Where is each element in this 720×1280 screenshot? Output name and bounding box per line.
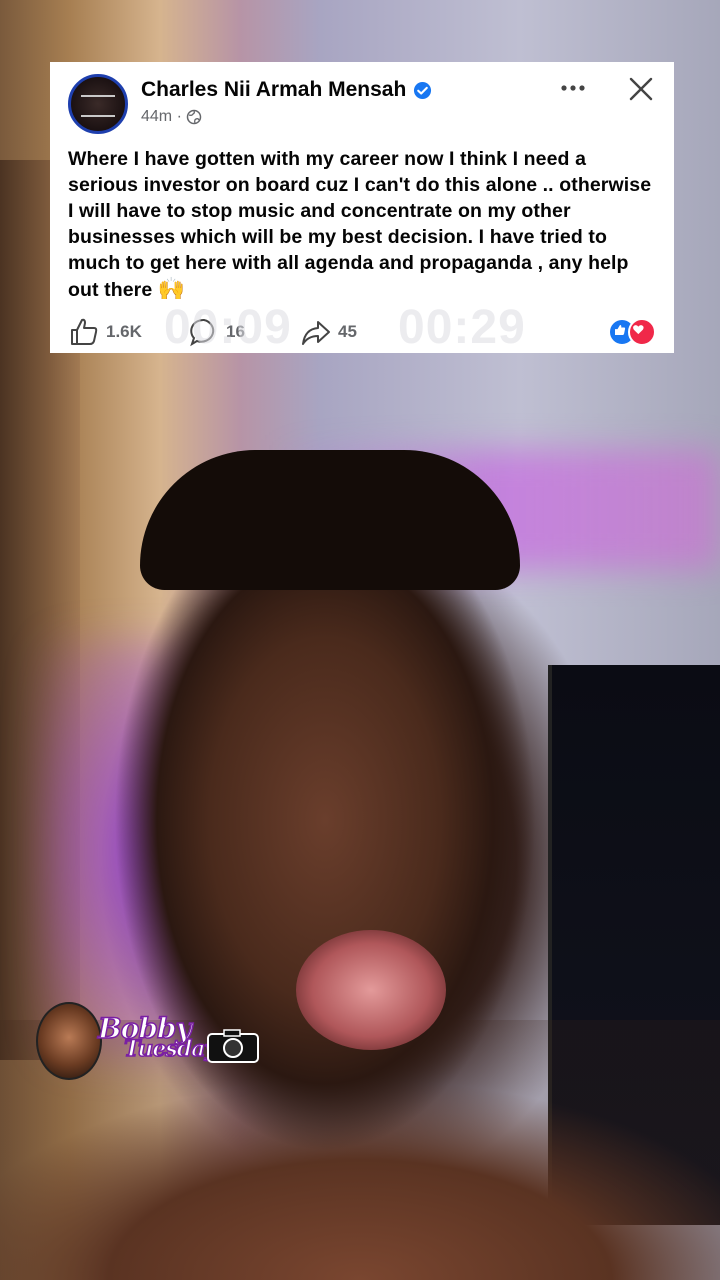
post-meta: 44m ·	[141, 108, 202, 126]
reaction-bar: 1.6K 16 45 00:09 00:29	[68, 301, 658, 354]
like-count: 1.6K	[106, 322, 142, 341]
author-row: Charles Nii Armah Mensah	[141, 78, 432, 102]
person-mouth	[296, 930, 446, 1050]
video-duration: 00:29	[398, 301, 526, 354]
share-button[interactable]: 45	[300, 316, 357, 348]
channel-watermark: Bobby Tuesday	[36, 1002, 259, 1082]
verified-badge-icon	[414, 81, 432, 99]
person-hair	[140, 450, 520, 590]
share-count: 45	[338, 322, 357, 341]
globe-icon	[186, 109, 202, 125]
video-elapsed-time: 00:09	[164, 301, 292, 354]
post-time[interactable]: 44m ·	[141, 108, 182, 126]
watermark-avatar	[36, 1002, 102, 1080]
love-reaction-icon	[628, 318, 656, 346]
reaction-summary[interactable]	[608, 318, 658, 346]
more-options-icon[interactable]	[558, 78, 588, 98]
share-icon	[302, 321, 330, 345]
author-avatar[interactable]	[68, 74, 128, 134]
close-icon[interactable]	[626, 74, 656, 104]
facebook-post-card: Charles Nii Armah Mensah 44m · Where I h…	[50, 62, 674, 354]
watermark-line-2: Tuesday	[123, 1035, 218, 1063]
raising-hands-emoji: 🙌	[157, 276, 186, 301]
like-button[interactable]: 1.6K	[68, 316, 142, 348]
post-body: Where I have gotten with my career now I…	[68, 146, 658, 303]
thumbs-up-icon	[71, 318, 98, 345]
author-name[interactable]: Charles Nii Armah Mensah	[141, 78, 406, 102]
post-body-text: Where I have gotten with my career now I…	[68, 148, 652, 301]
camera-icon	[207, 1029, 259, 1063]
